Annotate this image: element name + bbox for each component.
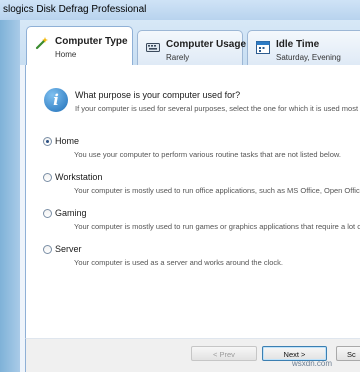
option-description: Your computer is mostly used to run game… [74, 222, 360, 231]
radio-server[interactable] [43, 245, 52, 254]
tab-strip: Computer Type Home Computer Usage Rarely [20, 20, 360, 65]
option-label[interactable]: Workstation [55, 172, 102, 182]
tab-title: Idle Time [276, 39, 320, 50]
radio-gaming[interactable] [43, 209, 52, 218]
tab-idle-time[interactable]: Idle Time Saturday, Evening [247, 30, 360, 65]
option-description: Your computer is used as a server and wo… [74, 258, 283, 267]
tab-computer-type[interactable]: Computer Type Home [26, 26, 133, 65]
tab-subtitle: Rarely [166, 53, 190, 62]
option-label[interactable]: Home [55, 136, 79, 146]
wizard-content-panel: i What purpose is your computer used for… [25, 65, 360, 338]
title-bar: slogics Disk Defrag Professional [0, 0, 360, 21]
option-label[interactable]: Server [55, 244, 82, 254]
radio-workstation[interactable] [43, 173, 52, 182]
option-description: You use your computer to perform various… [74, 150, 341, 159]
wizard-wand-icon [35, 37, 48, 50]
page-note: If your computer is used for several pur… [75, 104, 360, 113]
option-description: Your computer is mostly used to run offi… [74, 186, 360, 195]
radio-home[interactable] [43, 137, 52, 146]
info-icon: i [44, 88, 68, 112]
watermark: wsxdn.com [292, 359, 333, 368]
schedule-button[interactable]: Sc [336, 346, 360, 361]
app-window: slogics Disk Defrag Professional Compute… [0, 0, 360, 372]
tab-title: Computer Usage [166, 39, 247, 50]
tab-subtitle: Home [55, 50, 77, 59]
window-title: slogics Disk Defrag Professional [3, 4, 147, 15]
option-label[interactable]: Gaming [55, 208, 87, 218]
page-question: What purpose is your computer used for? [75, 90, 241, 100]
tab-title: Computer Type [55, 36, 128, 47]
calendar-icon [256, 41, 270, 54]
window-side-background [0, 20, 20, 372]
tab-computer-usage[interactable]: Computer Usage Rarely [137, 30, 247, 65]
prev-button[interactable]: < Prev [191, 346, 257, 361]
tab-subtitle: Saturday, Evening [276, 53, 341, 62]
keyboard-icon [146, 43, 160, 52]
